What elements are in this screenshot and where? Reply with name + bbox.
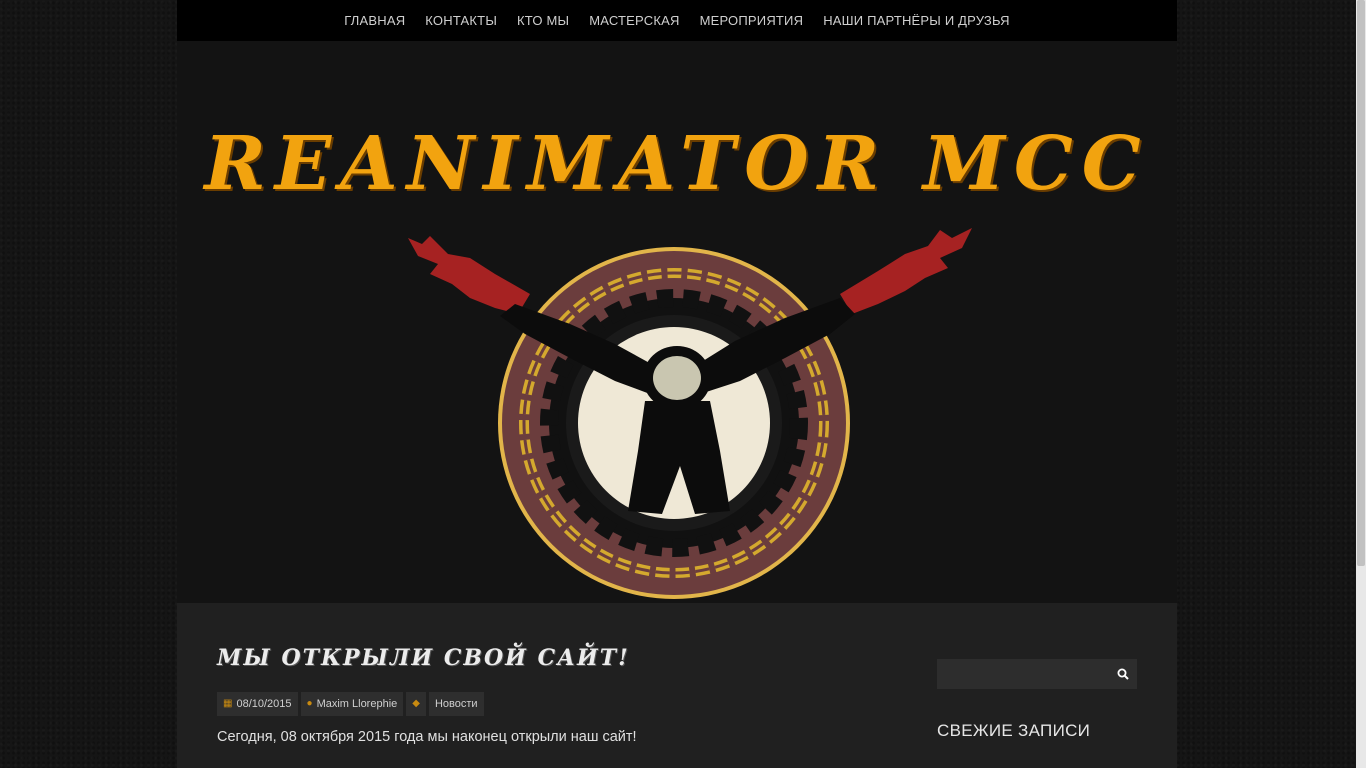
nav-item-partners[interactable]: НАШИ ПАРТНЁРЫ И ДРУЗЬЯ <box>813 13 1020 28</box>
post-category-label: Новости <box>434 698 478 710</box>
nav-item-contacts[interactable]: КОНТАКТЫ <box>415 13 507 28</box>
post-meta: ▦ 08/10/2015 ● Maxim Llorephie ◆ Новости <box>217 692 484 716</box>
main-navigation: ГЛАВНАЯ КОНТАКТЫ КТО МЫ МАСТЕРСКАЯ МЕРОП… <box>177 0 1177 41</box>
site-title[interactable]: REANIMATOR MCC <box>177 121 1177 207</box>
site-container: ГЛАВНАЯ КОНТАКТЫ КТО МЫ МАСТЕРСКАЯ МЕРОП… <box>177 0 1177 768</box>
post-excerpt: Сегодня, 08 октября 2015 года мы наконец… <box>217 729 637 745</box>
post-date-label: 08/10/2015 <box>236 698 292 710</box>
search-input[interactable] <box>937 659 1108 689</box>
nav-item-workshop[interactable]: МАСТЕРСКАЯ <box>579 13 689 28</box>
calendar-icon: ▦ <box>223 698 233 709</box>
post-author-label: Maxim Llorephie <box>316 698 398 710</box>
user-icon: ● <box>306 698 313 709</box>
nav-item-events[interactable]: МЕРОПРИЯТИЯ <box>690 13 814 28</box>
nav-item-about[interactable]: КТО МЫ <box>507 13 579 28</box>
recent-posts-title: СВЕЖИЕ ЗАПИСИ <box>937 721 1091 740</box>
post-author[interactable]: ● Maxim Llorephie <box>300 692 404 716</box>
search-icon <box>1117 668 1129 680</box>
content-area: МЫ ОТКРЫЛИ СВОЙ САЙТ! ▦ 08/10/2015 ● Max… <box>177 603 1177 768</box>
post-category[interactable]: Новости <box>428 692 484 716</box>
page-scrollbar[interactable] <box>1356 0 1366 768</box>
tag-icon: ◆ <box>412 698 420 709</box>
post-date[interactable]: ▦ 08/10/2015 <box>217 692 298 716</box>
search-button[interactable] <box>1108 659 1137 689</box>
nav-item-home[interactable]: ГЛАВНАЯ <box>334 13 415 28</box>
scrollbar-thumb[interactable] <box>1357 0 1365 566</box>
search-form <box>937 659 1137 689</box>
club-logo-emblem[interactable] <box>400 216 980 606</box>
category-icon-box: ◆ <box>406 692 426 716</box>
site-header: REANIMATOR MCC <box>177 41 1177 603</box>
post-title[interactable]: МЫ ОТКРЫЛИ СВОЙ САЙТ! <box>217 645 630 671</box>
